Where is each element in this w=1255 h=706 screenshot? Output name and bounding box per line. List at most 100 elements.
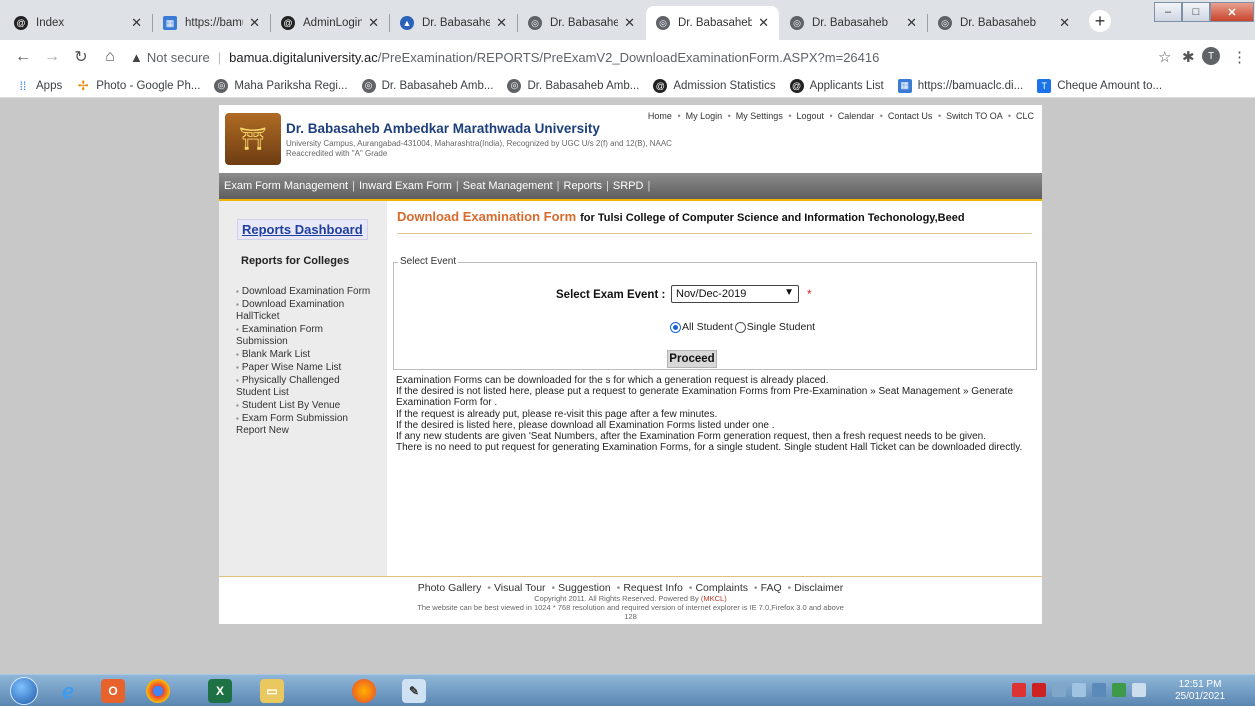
paint-icon[interactable]: ✎ — [402, 679, 426, 703]
menu-reports[interactable]: Reports — [564, 180, 603, 192]
browser-tab-babasaheb-2[interactable]: ◎ Dr. Babasaheb ✕ — [518, 6, 645, 40]
all-student-label: All Student — [682, 321, 733, 333]
bookmark-google-photos[interactable]: ✢ Photo - Google Ph... — [76, 78, 201, 93]
folder-icon[interactable]: ▭ — [260, 679, 284, 703]
tab-close-icon[interactable]: ✕ — [249, 15, 260, 31]
reports-dashboard-link[interactable]: Reports Dashboard — [237, 219, 368, 240]
sidebar-item-physically-challenged[interactable]: ▪ Physically Challenged Student List — [236, 375, 376, 399]
single-student-radio[interactable] — [734, 321, 746, 333]
back-arrow-icon[interactable]: ← — [12, 46, 34, 68]
browser-tab-babasaheb-1[interactable]: ▲ Dr. Babasaheb ✕ — [390, 6, 517, 40]
browser-tab-babasaheb-5[interactable]: ◎ Dr. Babasaheb ✕ — [928, 6, 1080, 40]
bookmark-cheque-amount[interactable]: T Cheque Amount to... — [1037, 78, 1162, 93]
menu-srpd[interactable]: SRPD — [613, 180, 644, 192]
sidebar-item-exam-form-submission-report[interactable]: ▪ Exam Form Submission Report New — [236, 413, 376, 437]
tab-close-icon[interactable]: ✕ — [758, 15, 769, 31]
bookmark-star-icon[interactable]: ☆ — [1158, 48, 1171, 66]
sidebar-item-exam-form-submission[interactable]: ▪ Examination Form Submission — [236, 324, 376, 348]
menu-seat-management[interactable]: Seat Management — [463, 180, 553, 192]
menu-inward-exam-form[interactable]: Inward Exam Form — [359, 180, 452, 192]
bookmark-babasaheb-1[interactable]: ◎ Dr. Babasaheb Amb... — [361, 78, 493, 93]
firefox-icon[interactable] — [352, 679, 376, 703]
minimize-icon[interactable]: – — [1154, 2, 1182, 22]
sidebar-item-blank-mark-list[interactable]: ▪ Blank Mark List — [236, 349, 376, 361]
maximize-icon[interactable]: □ — [1182, 2, 1210, 22]
footer-link-disclaimer[interactable]: Disclaimer — [794, 582, 843, 594]
sidebar-item-student-list-by-venue[interactable]: ▪ Student List By Venue — [236, 400, 376, 412]
bookmark-babasaheb-2[interactable]: ◎ Dr. Babasaheb Amb... — [507, 78, 639, 93]
signal-icon[interactable] — [1132, 683, 1146, 697]
excel-icon[interactable]: X — [208, 679, 232, 703]
taskbar-clock[interactable]: 12:51 PM 25/01/2021 — [1175, 679, 1225, 703]
tray-flag-icon[interactable] — [1092, 683, 1106, 697]
browser-tab-bamuac[interactable]: ▦ https://bamuac ✕ — [153, 6, 270, 40]
sidebar-links: ▪ Download Examination Form ▪ Download Exa… — [236, 286, 376, 438]
bookmark-maha-pariksha[interactable]: ◎ Maha Pariksha Regi... — [214, 78, 348, 93]
sidebar-item-label: Blank Mark List — [241, 349, 311, 360]
forward-arrow-icon[interactable]: → — [41, 46, 63, 68]
home-icon[interactable]: ⌂ — [99, 46, 121, 68]
tray-search-icon[interactable] — [1032, 683, 1046, 697]
sidebar-item-download-hallticket[interactable]: ▪ Download Examination HallTicket — [236, 299, 376, 323]
top-link-contact-us[interactable]: Contact Us — [888, 111, 933, 121]
globe-icon: ◎ — [528, 16, 542, 30]
sidebar-item-paper-wise-name-list[interactable]: ▪ Paper Wise Name List — [236, 362, 376, 374]
profile-avatar[interactable]: T — [1202, 47, 1220, 65]
tab-close-icon[interactable]: ✕ — [496, 15, 507, 31]
footer-link-visual-tour[interactable]: Visual Tour — [494, 582, 546, 594]
top-link-calendar[interactable]: Calendar — [838, 111, 875, 121]
footer-links: Photo Gallery • Visual Tour • Suggestion •… — [417, 582, 844, 594]
top-link-home[interactable]: Home — [648, 111, 672, 121]
top-link-logout[interactable]: Logout — [797, 111, 825, 121]
footer-link-photo-gallery[interactable]: Photo Gallery — [418, 582, 482, 594]
volume-icon[interactable] — [1072, 683, 1086, 697]
footer-link-faq[interactable]: FAQ — [761, 582, 782, 594]
tab-close-icon[interactable]: ✕ — [368, 15, 379, 31]
main-menu-bar: Exam Form Management | Inward Exam Form … — [219, 173, 1042, 201]
bookmark-applicants-list[interactable]: @ Applicants List — [789, 78, 884, 93]
tab-label: Dr. Babasaheb — [422, 17, 491, 29]
extensions-puzzle-icon[interactable]: ✱ — [1182, 48, 1195, 66]
footer-link-suggestion[interactable]: Suggestion — [558, 582, 611, 594]
menu-exam-form-management[interactable]: Exam Form Management — [224, 180, 348, 192]
tray-network-icon[interactable] — [1052, 683, 1066, 697]
top-link-switch-to-oa[interactable]: Switch TO OA — [946, 111, 1002, 121]
bookmark-label: Apps — [36, 79, 63, 92]
start-button-icon[interactable] — [10, 677, 38, 705]
reports-sidebar: Reports Dashboard Reports for Colleges ▪… — [219, 201, 387, 576]
tab-close-icon[interactable]: ✕ — [131, 15, 142, 31]
all-student-radio[interactable] — [670, 321, 681, 333]
warning-triangle-icon: ▲ — [130, 49, 143, 65]
reload-icon[interactable]: ↻ — [70, 46, 92, 68]
site-icon: ▦ — [897, 78, 912, 93]
top-link-my-login[interactable]: My Login — [686, 111, 723, 121]
browser-tab-babasaheb-active[interactable]: ◎ Dr. Babasaheb ✕ — [646, 6, 779, 40]
top-link-clc[interactable]: CLC — [1016, 111, 1034, 121]
browser-tab-adminlogin[interactable]: @ AdminLogin ✕ — [271, 6, 389, 40]
tab-close-icon[interactable]: ✕ — [624, 15, 635, 31]
menu-kebab-icon[interactable]: ⋮ — [1232, 48, 1247, 66]
tray-monitor-icon[interactable] — [1112, 683, 1126, 697]
bookmark-apps[interactable]: ⁞⁞ Apps — [16, 79, 63, 93]
browser-tab-index[interactable]: @ Index ✕ — [4, 6, 152, 40]
bookmark-admission-statistics[interactable]: @ Admission Statistics — [653, 78, 776, 93]
tray-app-icon[interactable] — [1012, 683, 1026, 697]
proceed-button[interactable]: Proceed — [667, 350, 717, 368]
address-bar[interactable]: ▲ Not secure | bamua.digitaluniversity.a… — [130, 45, 1030, 69]
bookmark-bamuaclc[interactable]: ▦ https://bamuaclc.di... — [897, 78, 1024, 93]
internet-explorer-icon[interactable]: ℯ — [56, 679, 80, 703]
new-tab-plus-icon[interactable]: + — [1089, 10, 1111, 32]
office-icon[interactable]: O — [101, 679, 125, 703]
top-link-my-settings[interactable]: My Settings — [736, 111, 783, 121]
window-close-icon[interactable]: ✕ — [1210, 2, 1254, 22]
bookmark-label: https://bamuaclc.di... — [917, 79, 1024, 92]
footer-link-complaints[interactable]: Complaints — [695, 582, 748, 594]
browser-tab-babasaheb-4[interactable]: ◎ Dr. Babasaheb ✕ — [780, 6, 927, 40]
tab-close-icon[interactable]: ✕ — [1059, 15, 1070, 31]
sidebar-item-download-exam-form[interactable]: ▪ Download Examination Form — [236, 286, 376, 298]
mkcl-link[interactable]: (MKCL) — [701, 594, 727, 603]
exam-event-select[interactable]: Nov/Dec-2019 ▼ — [671, 285, 799, 303]
footer-link-request-info[interactable]: Request Info — [623, 582, 683, 594]
tab-close-icon[interactable]: ✕ — [906, 15, 917, 31]
chrome-icon[interactable] — [146, 679, 170, 703]
